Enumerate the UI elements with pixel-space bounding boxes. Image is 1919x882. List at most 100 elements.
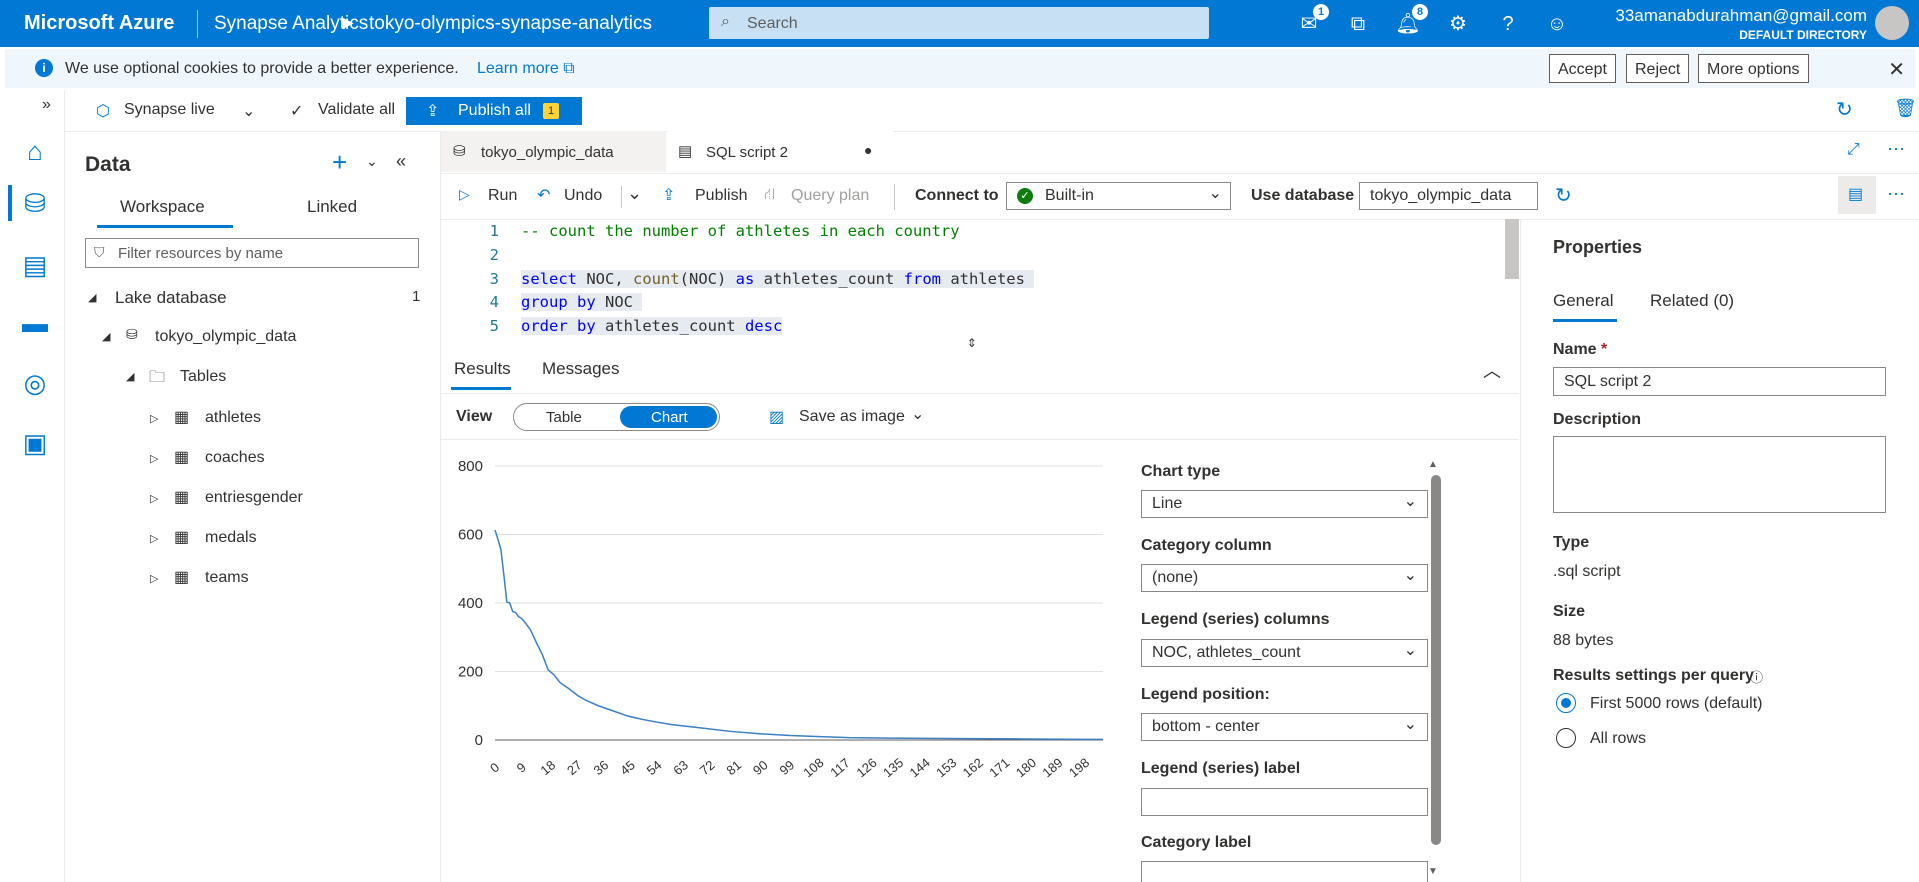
- expand-icon[interactable]: »: [42, 96, 51, 114]
- filter-input[interactable]: ⛉ Filter resources by name: [85, 238, 419, 268]
- series-line[interactable]: [494, 529, 1103, 741]
- notifications-icon[interactable]: 🔔︎ 8: [1394, 4, 1428, 38]
- info-icon[interactable]: ⓘ: [1750, 667, 1763, 686]
- feedback-icon[interactable]: ✉ 1: [1295, 4, 1329, 38]
- tab-sql-script-2[interactable]: ▤ SQL script 2 ●: [668, 131, 893, 172]
- resize-handle-icon[interactable]: ⇕: [967, 332, 977, 351]
- table-item[interactable]: athletes: [205, 409, 261, 427]
- tab-workspace[interactable]: Workspace: [120, 197, 205, 217]
- accept-button[interactable]: Accept: [1549, 54, 1616, 83]
- radio-first-5000[interactable]: [1556, 693, 1576, 713]
- collapse-all-icon[interactable]: ⌄: [366, 153, 378, 170]
- more-options-button[interactable]: More options: [1698, 54, 1809, 83]
- tab-results[interactable]: Results: [454, 359, 511, 379]
- tab-linked[interactable]: Linked: [307, 197, 357, 217]
- properties-toggle[interactable]: ▤: [1838, 176, 1876, 214]
- properties-icon: ▤: [1848, 186, 1864, 203]
- synapse-live-dropdown[interactable]: Synapse live: [124, 101, 215, 119]
- description-input[interactable]: [1553, 436, 1886, 513]
- discard-icon[interactable]: 🗑︎: [1894, 98, 1917, 119]
- search-input[interactable]: ⌕ Search: [709, 7, 1209, 39]
- collapse-triangle-icon[interactable]: ◢: [88, 291, 96, 304]
- integrate-icon[interactable]: ▬: [18, 308, 52, 342]
- table-item[interactable]: entriesgender: [205, 489, 303, 507]
- learn-more-link[interactable]: Learn more ⧉: [477, 60, 575, 78]
- refresh-icon[interactable]: ↻: [1836, 97, 1853, 122]
- add-icon[interactable]: +: [332, 147, 347, 178]
- directory-switch-icon[interactable]: ⧉: [1344, 10, 1372, 38]
- collapse-triangle-icon[interactable]: ◢: [102, 330, 110, 343]
- expand-triangle-icon[interactable]: ▷: [150, 532, 158, 545]
- develop-icon[interactable]: ▤: [18, 250, 52, 284]
- tab-tokyo-olympic-data[interactable]: ⛁ tokyo_olympic_data: [441, 131, 666, 172]
- chevron-down-icon[interactable]: ⌄: [627, 183, 642, 204]
- tab-related[interactable]: Related (0): [1650, 291, 1734, 311]
- category-label-label: Category label: [1141, 834, 1252, 851]
- scrollbar[interactable]: [1431, 475, 1441, 845]
- publish-all-button[interactable]: ⇪ Publish all 1: [406, 97, 582, 125]
- validate-all-button[interactable]: Validate all: [318, 101, 395, 119]
- divider: [621, 186, 622, 208]
- collapse-triangle-icon[interactable]: ◢: [126, 370, 134, 383]
- save-as-image-button[interactable]: Save as image: [799, 408, 905, 426]
- tab-general[interactable]: General: [1553, 291, 1613, 311]
- connect-to-select[interactable]: ✓ Built-in ⌄: [1006, 182, 1231, 210]
- expand-triangle-icon[interactable]: ▷: [150, 412, 158, 425]
- expand-triangle-icon[interactable]: ▷: [150, 452, 158, 465]
- publish-button[interactable]: Publish: [695, 187, 747, 205]
- refresh-icon[interactable]: ↻: [1555, 183, 1572, 208]
- run-button[interactable]: Run: [488, 187, 517, 205]
- category-label-input[interactable]: [1141, 861, 1428, 882]
- feedback-person-icon[interactable]: ☺: [1543, 10, 1571, 38]
- radio-all-rows[interactable]: [1556, 728, 1576, 748]
- breadcrumb-workspace[interactable]: tokyo-olympics-synapse-analytics: [369, 13, 652, 35]
- close-icon[interactable]: ✕: [1888, 57, 1905, 82]
- table-item[interactable]: medals: [205, 529, 257, 547]
- table-item[interactable]: coaches: [205, 449, 265, 467]
- more-icon[interactable]: ⋯: [1887, 139, 1905, 160]
- tab-messages[interactable]: Messages: [542, 359, 619, 379]
- more-icon[interactable]: ⋯: [1887, 184, 1905, 205]
- line-number: 3: [489, 270, 499, 288]
- avatar[interactable]: [1875, 6, 1909, 40]
- lake-database-header[interactable]: Lake database: [115, 288, 227, 308]
- help-icon[interactable]: ?: [1494, 10, 1522, 38]
- home-icon[interactable]: ⌂: [18, 136, 52, 170]
- legend-position-select[interactable]: bottom - center ⌄: [1141, 713, 1428, 741]
- collapse-panel-icon[interactable]: «: [396, 151, 406, 172]
- collapse-icon[interactable]: ︿: [1483, 357, 1501, 383]
- brand-link[interactable]: Microsoft Azure: [24, 12, 174, 35]
- chevron-down-icon: ⌄: [1403, 716, 1417, 733]
- chevron-down-icon[interactable]: ⌄: [911, 404, 924, 424]
- database-item[interactable]: tokyo_olympic_data: [155, 328, 296, 346]
- table-item[interactable]: teams: [205, 569, 249, 587]
- manage-icon[interactable]: ▣: [18, 428, 52, 462]
- scroll-down-icon[interactable]: ▼: [1428, 866, 1438, 877]
- monitor-icon[interactable]: ◎: [18, 368, 52, 402]
- expand-triangle-icon[interactable]: ▷: [150, 572, 158, 585]
- data-icon[interactable]: ⛁: [18, 188, 52, 222]
- name-input[interactable]: SQL script 2: [1553, 367, 1886, 396]
- expand-triangle-icon[interactable]: ▷: [150, 492, 158, 505]
- legend-label-input[interactable]: [1141, 788, 1428, 816]
- account-menu[interactable]: 33amanabdurahman@gmail.com DEFAULT DIREC…: [1615, 6, 1867, 42]
- scrollbar[interactable]: [1505, 219, 1519, 279]
- table-icon: ▦: [174, 529, 190, 546]
- category-column-select[interactable]: (none) ⌄: [1141, 564, 1428, 592]
- view-chart-button[interactable]: Chart: [620, 406, 717, 428]
- code-line-5: order by athletes_count desc: [521, 317, 783, 335]
- expand-icon[interactable]: ⤢: [1847, 141, 1860, 159]
- chart-type-select[interactable]: Line ⌄: [1141, 490, 1428, 518]
- settings-icon[interactable]: ⚙: [1444, 10, 1472, 38]
- cookie-banner: i We use optional cookies to provide a b…: [5, 49, 1915, 88]
- scroll-up-icon[interactable]: ▲: [1428, 459, 1438, 470]
- code-editor[interactable]: 1 2 3 4 5 -- count the number of athlete…: [441, 219, 1519, 351]
- reject-button[interactable]: Reject: [1626, 54, 1690, 83]
- view-table-button[interactable]: Table: [546, 409, 582, 426]
- tables-folder[interactable]: Tables: [180, 368, 226, 386]
- undo-button[interactable]: Undo: [564, 187, 602, 205]
- use-database-select[interactable]: tokyo_olympic_data: [1359, 182, 1538, 210]
- chevron-down-icon[interactable]: ⌄: [242, 101, 255, 121]
- data-panel: Data + ⌄ « Workspace Linked ⛉ Filter res…: [64, 131, 441, 882]
- legend-columns-select[interactable]: NOC, athletes_count ⌄: [1141, 639, 1428, 667]
